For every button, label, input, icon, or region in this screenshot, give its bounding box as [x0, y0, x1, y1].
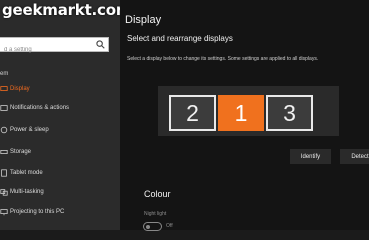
- display-description: Select a display below to change its set…: [127, 56, 319, 62]
- page-title: Display: [125, 14, 162, 26]
- sidebar-item-label: Storage: [10, 149, 32, 155]
- detect-button[interactable]: Detect: [340, 149, 369, 164]
- multitasking-icon: [0, 189, 8, 196]
- monitor-2[interactable]: 2: [169, 95, 216, 131]
- search-input[interactable]: [0, 43, 100, 57]
- sidebar-item-label: Projecting to this PC: [10, 209, 65, 215]
- sidebar-item-label: Tablet mode: [10, 170, 43, 176]
- colour-heading: Colour: [144, 189, 171, 199]
- sidebar-item-label: Multi-tasking: [10, 189, 44, 195]
- projecting-icon: [0, 209, 8, 216]
- power-icon: [0, 126, 8, 134]
- section-label: em: [0, 71, 9, 77]
- notifications-icon: [0, 105, 8, 111]
- night-light-label: Night light: [144, 211, 167, 217]
- display-arrangement-area: 2 1 3: [158, 86, 339, 136]
- sidebar-item-label: Power & sleep: [10, 127, 49, 133]
- night-light-state: Off: [166, 223, 173, 229]
- sidebar-item-multitasking[interactable]: Multi-tasking: [0, 186, 120, 198]
- sidebar-item-power[interactable]: Power & sleep: [0, 124, 120, 136]
- monitor-1[interactable]: 1: [218, 95, 264, 131]
- search-box[interactable]: [0, 37, 109, 57]
- night-light-toggle[interactable]: [143, 222, 162, 231]
- display-icon: [0, 86, 8, 91]
- tablet-icon: [1, 169, 7, 177]
- toggle-knob: [146, 225, 150, 229]
- storage-icon: [0, 150, 8, 154]
- sidebar-item-tablet[interactable]: Tablet mode: [0, 167, 120, 179]
- search-icon[interactable]: [96, 40, 105, 49]
- identify-button[interactable]: Identify: [290, 149, 331, 164]
- monitor-3[interactable]: 3: [266, 95, 313, 131]
- sidebar-item-notifications[interactable]: Notifications & actions: [0, 102, 120, 114]
- sidebar-item-label: Display: [10, 86, 30, 92]
- sidebar-item-projecting[interactable]: Projecting to this PC: [0, 206, 120, 218]
- sidebar: em Display Notifications & actions Power…: [0, 0, 120, 230]
- watermark: geekmarkt.com: [2, 1, 132, 19]
- sidebar-item-display[interactable]: Display: [0, 83, 120, 95]
- section-heading: Select and rearrange displays: [127, 34, 233, 43]
- sidebar-item-storage[interactable]: Storage: [0, 146, 120, 158]
- sidebar-item-label: Notifications & actions: [10, 105, 70, 111]
